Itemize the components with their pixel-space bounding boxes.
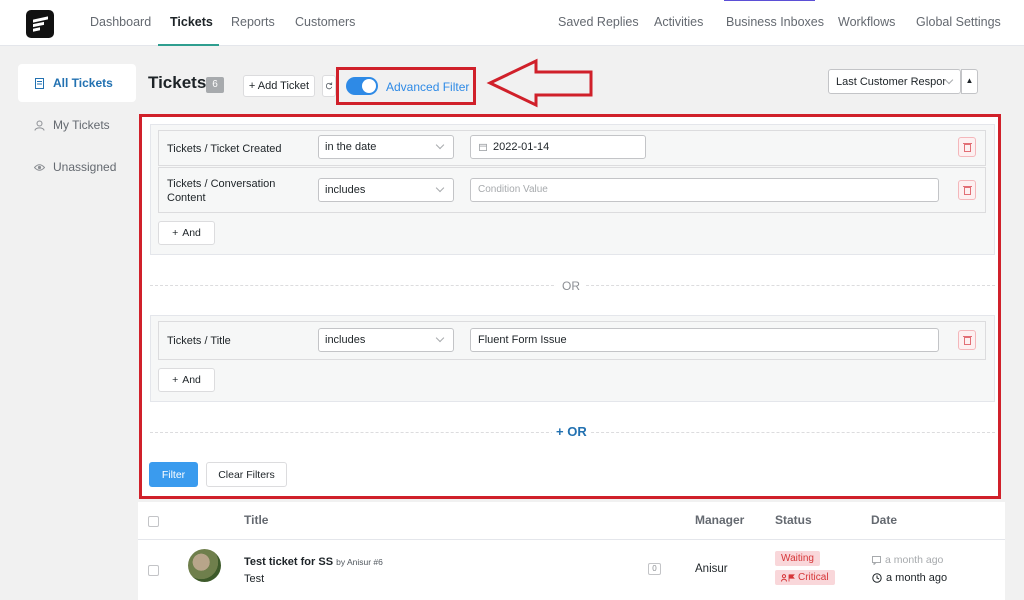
refresh-icon: [325, 82, 333, 90]
annotation-highlight-box: [336, 67, 476, 105]
page-title: Tickets: [148, 73, 207, 92]
created-date: a month ago: [872, 572, 947, 584]
message-icon: [872, 555, 881, 565]
reply-count-badge: 0: [648, 563, 661, 575]
sidebar-item-all-tickets[interactable]: All Tickets: [18, 64, 136, 102]
nav-dashboard[interactable]: Dashboard: [90, 15, 151, 29]
nav-global-settings[interactable]: Global Settings: [916, 15, 1001, 29]
ticket-count-badge: 6: [206, 77, 224, 93]
avatar: [188, 549, 221, 582]
nav-reports[interactable]: Reports: [231, 15, 275, 29]
status-badge: Waiting: [775, 551, 820, 566]
user-icon: [34, 120, 45, 131]
add-ticket-button[interactable]: + Add Ticket: [243, 75, 315, 97]
ticket-manager: Anisur: [695, 563, 728, 575]
fluent-support-logo-icon[interactable]: [26, 10, 54, 38]
sidebar-item-my-tickets[interactable]: My Tickets: [18, 106, 136, 144]
sort-by-select[interactable]: Last Customer Respor: [828, 69, 961, 94]
sidebar-item-label: Unassigned: [53, 160, 117, 174]
select-all-checkbox[interactable]: [148, 516, 159, 527]
sidebar-item-label: My Tickets: [53, 118, 110, 132]
row-checkbox[interactable]: [148, 565, 159, 576]
column-header-title[interactable]: Title: [244, 513, 268, 527]
row-separator: [138, 539, 1005, 540]
column-header-manager: Manager: [695, 513, 745, 527]
nav-saved-replies[interactable]: Saved Replies: [558, 15, 639, 29]
eye-icon: [34, 163, 45, 171]
last-updated: a month ago: [872, 554, 943, 566]
ticket-title-link[interactable]: Test ticket for SS by Anisur #6: [244, 556, 383, 568]
ticket-icon: [35, 77, 44, 89]
nav-tickets[interactable]: Tickets: [170, 15, 213, 29]
sort-direction-button[interactable]: ▲: [961, 69, 978, 94]
annotation-arrow-icon: [486, 58, 593, 108]
sidebar-item-label: All Tickets: [53, 76, 113, 90]
priority-badge: Critical: [775, 570, 835, 585]
clock-icon: [872, 573, 882, 583]
ticket-subtitle: Test: [244, 573, 265, 585]
refresh-button[interactable]: [322, 75, 336, 97]
caret-up-icon: ▲: [965, 76, 974, 85]
ticket-meta: by Anisur #6: [336, 557, 383, 567]
hover-indicator: [724, 0, 815, 1]
nav-customers[interactable]: Customers: [295, 15, 355, 29]
annotation-panel-box: [139, 114, 1001, 499]
user-flag-icon: [781, 573, 795, 582]
nav-business-inboxes[interactable]: Business Inboxes: [726, 15, 824, 29]
top-navigation: Dashboard Tickets Reports Customers Save…: [0, 0, 1024, 46]
column-header-status: Status: [775, 513, 812, 527]
sidebar-item-unassigned[interactable]: Unassigned: [18, 148, 136, 186]
column-header-date[interactable]: Date: [871, 513, 897, 527]
nav-workflows[interactable]: Workflows: [838, 15, 895, 29]
nav-activities[interactable]: Activities: [654, 15, 703, 29]
active-tab-indicator: [158, 44, 219, 46]
